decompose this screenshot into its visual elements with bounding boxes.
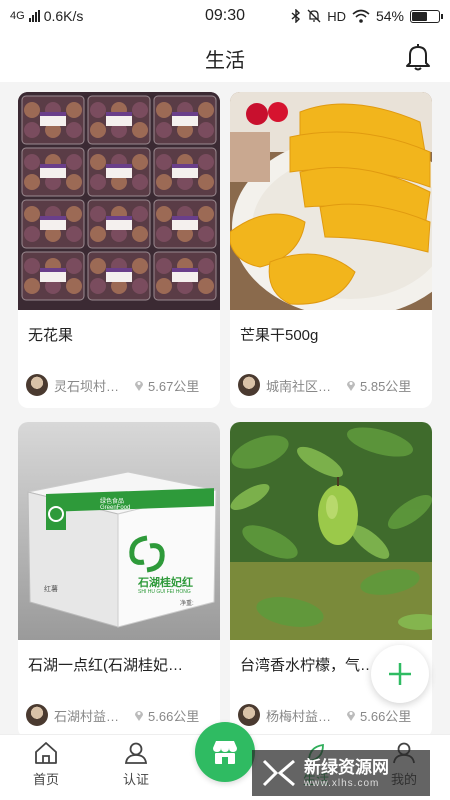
avatar [26,374,48,396]
tab-certify-label: 认证 [122,772,149,787]
seller-place: 城南社区… [266,378,332,394]
bell-icon[interactable] [404,42,432,72]
distance: 5.66公里 [360,708,412,724]
page-title: 生活 [205,50,245,72]
bluetooth-icon [291,9,301,23]
home-icon [35,742,57,764]
location-pin-icon [135,381,143,391]
add-button[interactable] [371,645,429,703]
seller-place: 石湖村益… [54,708,120,724]
tab-home-label: 首页 [32,772,59,787]
distance: 5.66公里 [148,708,200,724]
watermark-logo [262,759,295,787]
product-image: 绿色食品 GreenFood 石湖桂妃红 SHI HU GUI FEI HONG… [18,422,220,640]
store-icon [213,741,237,764]
wifi-icon [352,9,370,23]
plus-icon [389,663,411,685]
watermark: 新绿资源网 www.xlhs.com [252,750,430,796]
store-button[interactable] [195,722,255,782]
tab-certify[interactable]: 认证 [96,741,176,788]
status-bar: 4G 0.6K/s 09:30 HD 54% [0,0,450,32]
location-pin-icon [135,711,143,721]
battery-percent: 54% [375,8,404,24]
page-header: 生活 [0,32,450,82]
seller-place: 灵石坝村… [54,378,120,394]
box-red-label: 红薯 [44,586,58,593]
product-image [230,422,432,640]
watermark-url: www.xlhs.com [304,777,380,789]
product-card[interactable]: 无花果 灵石坝村… 5.67公里 [18,92,220,408]
location-pin-icon [347,711,355,721]
box-net-weight: 净重: [180,601,194,607]
product-image [18,92,220,310]
product-name: 石湖一点红(石湖桂妃… [28,657,183,674]
product-meta: 灵石坝村… 5.67公里 [26,374,216,396]
box-brand-en: GreenFood [100,505,131,511]
tab-home[interactable]: 首页 [6,741,86,788]
product-card[interactable]: 绿色食品 GreenFood 石湖桂妃红 SHI HU GUI FEI HONG… [18,422,220,738]
product-card[interactable]: 芒果干500g 城南社区… 5.85公里 [230,92,432,408]
seller-place: 杨梅村益… [266,708,332,724]
user-icon [124,742,148,764]
mute-bell-icon [307,9,321,23]
watermark-title: 新绿资源网 [304,757,389,777]
product-name: 无花果 [28,327,74,344]
box-brand: 绿色食品 [100,499,125,505]
battery-icon [410,9,443,23]
distance: 5.67公里 [148,378,200,394]
hd-indicator: HD [327,8,346,24]
product-name: 芒果干500g [240,327,319,344]
product-meta: 城南社区… 5.85公里 [238,374,428,396]
avatar [238,704,260,726]
avatar [238,374,260,396]
product-meta: 石湖村益… 5.66公里 [26,704,216,726]
box-product: 石湖桂妃红 [138,577,193,589]
product-image [230,92,432,310]
location-pin-icon [347,381,355,391]
product-meta: 杨梅村益… 5.66公里 [238,704,428,726]
box-product-en: SHI HU GUI FEI HONG [138,589,191,595]
box-logo-swirl [129,535,165,573]
distance: 5.85公里 [360,378,412,394]
avatar [26,704,48,726]
